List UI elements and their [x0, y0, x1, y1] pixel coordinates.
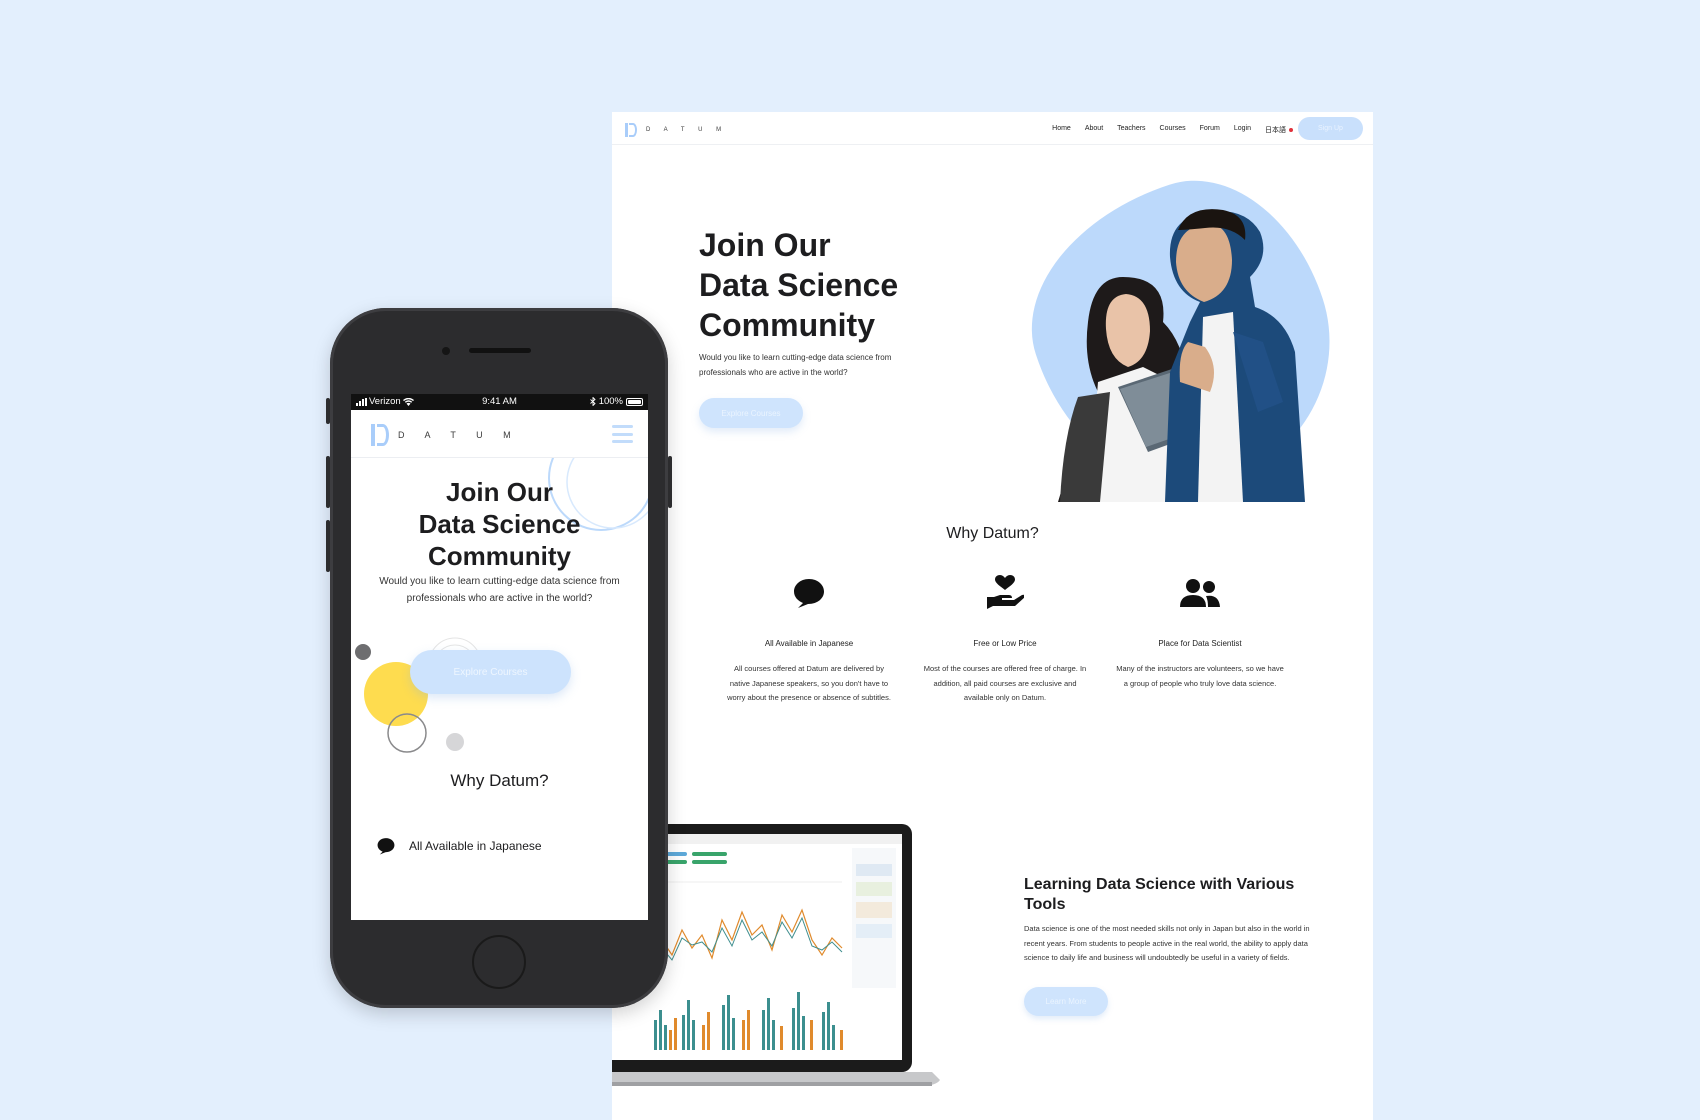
hamburger-menu-icon[interactable]: [612, 425, 633, 443]
nav-about[interactable]: About: [1085, 125, 1103, 135]
japan-flag-icon: [1289, 128, 1293, 132]
language-switch[interactable]: 日本語: [1265, 125, 1293, 135]
tools-title: Learning Data Science with Various Tools: [1024, 876, 1295, 913]
brand-logo[interactable]: D A T U M: [625, 123, 727, 137]
learn-more-button[interactable]: Learn More: [1024, 987, 1108, 1016]
desktop-navbar: D A T U M Home About Teachers Courses Fo…: [612, 112, 1373, 145]
mobile-feature-title: All Available in Japanese: [409, 839, 542, 853]
brand-name: D A T U M: [398, 430, 520, 440]
mobile-hero-title: Join Our Data Science Community: [351, 476, 648, 572]
home-button[interactable]: [472, 935, 526, 989]
mobile-feature-item: All Available in Japanese: [376, 837, 542, 855]
power-button: [668, 456, 672, 508]
mute-switch: [326, 398, 330, 424]
signup-button[interactable]: Sign Up: [1298, 117, 1363, 140]
speech-bubble-icon: [377, 838, 395, 855]
front-camera: [442, 347, 450, 355]
desktop-menu: Home About Teachers Courses Forum Login …: [1052, 125, 1293, 135]
logo-mark-icon: [625, 123, 637, 137]
feature-price: Free or Low Price Most of the courses ar…: [920, 572, 1090, 706]
nav-teachers[interactable]: Teachers: [1117, 125, 1145, 135]
hero-title-line: Community: [699, 307, 875, 343]
heart-hand-icon: [920, 572, 1090, 614]
hero-title-line: Join Our: [699, 227, 831, 263]
brand-name: D A T U M: [646, 127, 728, 133]
tools-description: Data science is one of the most needed s…: [1024, 924, 1310, 962]
nav-courses[interactable]: Courses: [1160, 125, 1186, 135]
status-bar: Verizon 9:41 AM 100%: [351, 394, 648, 410]
language-label: 日本語: [1265, 127, 1286, 134]
hero-title: Join Our Data Science Community: [699, 225, 959, 345]
feature-description: Many of the instructors are volunteers, …: [1116, 664, 1284, 688]
nav-home[interactable]: Home: [1052, 125, 1071, 135]
feature-japanese: All Available in Japanese All courses of…: [724, 572, 894, 706]
people-icon: [1115, 572, 1285, 614]
speech-bubble-icon: [724, 572, 894, 614]
feature-community: Place for Data Scientist Many of the ins…: [1115, 572, 1285, 691]
desktop-page: D A T U M Home About Teachers Courses Fo…: [612, 112, 1373, 1120]
hero-title-line: Data Science: [699, 267, 899, 303]
battery-percent: 100%: [598, 396, 623, 407]
feature-title: Place for Data Scientist: [1158, 639, 1242, 648]
mobile-hero-subtitle: Would you like to learn cutting-edge dat…: [379, 576, 620, 604]
bluetooth-icon: [589, 397, 596, 406]
mobile-explore-courses-button[interactable]: Explore Courses: [410, 650, 571, 694]
phone-mockup: Verizon 9:41 AM 100% D A T U M Join Our …: [326, 308, 672, 1008]
nav-forum[interactable]: Forum: [1200, 125, 1220, 135]
battery-icon: [626, 397, 643, 406]
phone-screen: Verizon 9:41 AM 100% D A T U M Join Our …: [351, 394, 648, 920]
students-photo: [1058, 209, 1305, 502]
hero-title-line: Join Our: [446, 477, 553, 507]
volume-up-button: [326, 456, 330, 508]
feature-title: Free or Low Price: [973, 639, 1037, 648]
logo-mark-icon: [371, 424, 389, 446]
brand-logo[interactable]: D A T U M: [371, 424, 520, 446]
hero-subtitle: Would you like to learn cutting-edge dat…: [699, 353, 892, 377]
why-datum-title: Why Datum?: [946, 525, 1039, 542]
feature-title: All Available in Japanese: [764, 639, 854, 648]
feature-description: Most of the courses are offered free of …: [923, 664, 1087, 702]
mobile-why-datum-title: Why Datum?: [450, 771, 549, 790]
feature-description: All courses offered at Datum are deliver…: [727, 664, 891, 702]
hero-title-line: Community: [428, 541, 571, 571]
hero-title-line: Data Science: [418, 509, 581, 539]
earpiece-speaker: [469, 348, 531, 353]
mobile-navbar: D A T U M: [351, 410, 648, 458]
battery-group: 100%: [589, 396, 643, 407]
explore-courses-button[interactable]: Explore Courses: [699, 398, 803, 428]
volume-down-button: [326, 520, 330, 572]
nav-login[interactable]: Login: [1234, 125, 1251, 135]
